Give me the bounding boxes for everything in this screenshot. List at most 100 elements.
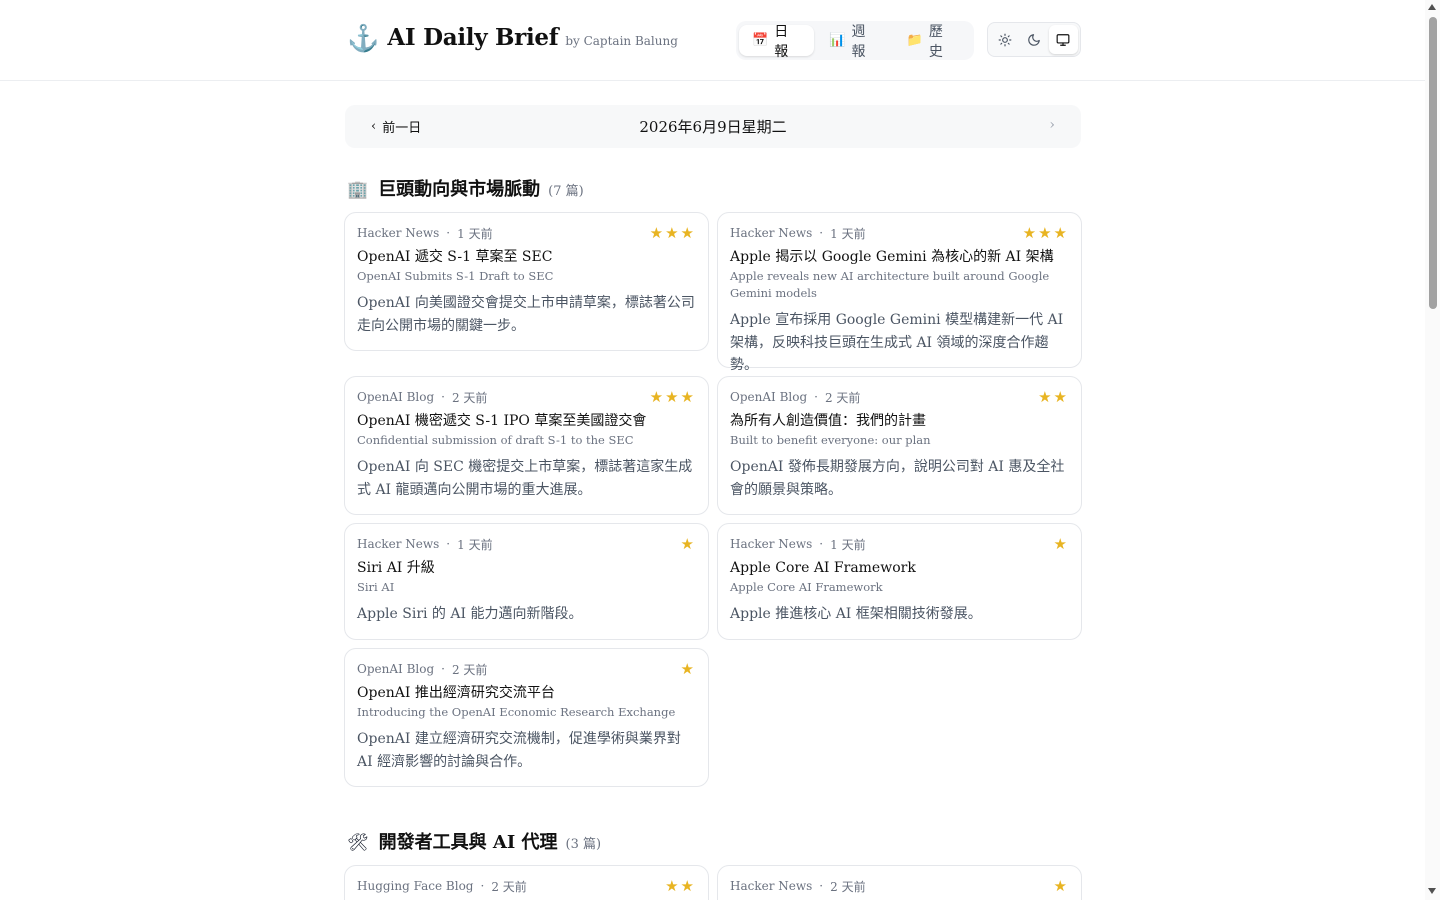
star-icon: ★	[1022, 224, 1037, 242]
star-icon: ★	[665, 224, 679, 242]
card-subtitle: Apple reveals new AI architecture built …	[730, 269, 1050, 300]
card-source: Hugging Face Blog	[357, 879, 474, 893]
card-title: OpenAI 機密遞交 S-1 IPO 草案至美國證交會	[357, 413, 647, 429]
star-icon: ★	[680, 224, 694, 242]
card-source: Hacker News	[730, 537, 813, 551]
card-description: Apple 推進核心 AI 框架相關技術發展。	[730, 606, 982, 622]
section-count: (3 篇)	[565, 837, 602, 852]
tab-daily[interactable]: 📅 日報	[739, 24, 815, 60]
star-icon: ★	[1053, 224, 1067, 242]
star-rating: ★ ★ ★	[648, 389, 694, 405]
card-subtitle: Introducing the OpenAI Economic Research…	[357, 705, 676, 719]
card-title: Siri AI 升級	[357, 560, 435, 576]
star-rating: ★ ★	[663, 878, 694, 894]
section-heading: 🛠 開發者工具與 AI 代理 (3 篇)	[347, 828, 601, 854]
card-description: Apple Siri 的 AI 能力邁向新階段。	[357, 606, 583, 622]
card-meta: Hacker News · 1 天前	[730, 226, 866, 241]
scroll-down-arrow-icon[interactable]	[1428, 888, 1436, 894]
star-icon: ★	[680, 660, 694, 678]
tab-weekly-label: 週報	[851, 23, 866, 60]
section-heading: 🏢 巨頭動向與市場脈動 (7 篇)	[347, 175, 584, 201]
card-source: OpenAI Blog	[357, 662, 435, 676]
chevron-right-icon: ›	[1049, 117, 1055, 133]
card-meta: Hacker News · 1 天前	[357, 226, 493, 241]
star-icon: ★	[1053, 877, 1067, 895]
folder-icon: 📁	[906, 33, 923, 48]
next-day-button[interactable]: ›	[1049, 117, 1055, 133]
star-rating: ★ ★ ★	[1021, 225, 1067, 241]
news-card[interactable]: Hacker News · 1 天前 ★ ★ ★ Apple 揭示以 Google Ge…	[717, 212, 1082, 373]
star-icon: ★	[1038, 388, 1052, 406]
date-navigator: ‹ 前一日 2026年6月9日星期二 ›	[345, 105, 1081, 148]
star-icon: ★	[1053, 388, 1067, 406]
card-time: 1 天前	[830, 537, 866, 552]
star-rating: ★	[679, 536, 694, 552]
system-theme-button[interactable]	[1048, 25, 1078, 54]
card-title: 為所有人創造價值：我們的計畫	[730, 413, 926, 429]
section-title: 巨頭動向與市場脈動	[378, 179, 541, 200]
tab-weekly[interactable]: 📊 週報	[816, 24, 891, 60]
moon-icon	[1028, 33, 1040, 46]
card-source: Hacker News	[357, 537, 440, 551]
card-subtitle: OpenAI Submits S-1 Draft to SEC	[357, 269, 554, 283]
card-time: 2 天前	[451, 662, 488, 677]
star-rating: ★ ★ ★	[648, 225, 694, 241]
star-icon: ★	[1038, 224, 1052, 242]
card-meta: Hugging Face Blog · 2 天前	[357, 879, 527, 894]
tab-history[interactable]: 📁 歷史	[894, 24, 969, 60]
card-meta: OpenAI Blog · 2 天前	[357, 390, 488, 405]
news-card[interactable]: Hacker News · 2 天前 ★	[717, 865, 1082, 900]
view-tabs: 📅 日報 📊 週報 📁 歷史	[736, 21, 974, 60]
star-rating: ★	[679, 661, 694, 677]
card-meta: OpenAI Blog · 2 天前	[357, 662, 488, 677]
bar-chart-icon: 📊	[829, 33, 846, 48]
news-card[interactable]: OpenAI Blog · 2 天前 ★ ★ ★ OpenAI 機密遞交 S-1 IPO…	[344, 376, 709, 515]
card-time: 1 天前	[830, 226, 866, 241]
card-meta: Hacker News · 1 天前	[730, 537, 866, 552]
brand[interactable]: ⚓ AI Daily Brief by Captain Balung	[347, 22, 678, 54]
current-date: 2026年6月9日星期二	[639, 118, 787, 136]
calendar-icon: 📅	[752, 33, 769, 48]
star-rating: ★	[1052, 536, 1067, 552]
card-meta: OpenAI Blog · 2 天前	[730, 390, 861, 405]
star-icon: ★	[680, 535, 694, 553]
card-description: OpenAI 向 SEC 機密提交上市草案，標誌著這家生成式 AI 龍頭邁向公開…	[357, 459, 693, 498]
card-time: 2 天前	[451, 390, 488, 405]
card-source: Hacker News	[730, 226, 813, 240]
star-icon: ★	[665, 388, 679, 406]
star-rating: ★ ★	[1036, 389, 1067, 405]
card-time: 2 天前	[830, 879, 866, 894]
scrollbar-thumb[interactable]	[1429, 17, 1437, 309]
news-card[interactable]: Hacker News · 1 天前 ★ Siri AI 升級 Siri AI Ap…	[344, 523, 709, 640]
card-description: Apple 宣布採用 Google Gemini 模型構建新一代 AI 架構，反…	[730, 312, 1064, 373]
card-source: Hacker News	[357, 226, 440, 240]
card-title: Apple 揭示以 Google Gemini 為核心的新 AI 架構	[730, 249, 1054, 265]
star-icon: ★	[649, 388, 664, 406]
card-source: OpenAI Blog	[357, 390, 435, 404]
light-theme-button[interactable]	[990, 25, 1019, 54]
news-card[interactable]: OpenAI Blog · 2 天前 ★ OpenAI 推出經濟研究交流平台 Int…	[344, 648, 709, 787]
tab-daily-label: 日報	[774, 23, 789, 60]
card-subtitle: Confidential submission of draft S-1 to …	[357, 433, 634, 447]
scroll-up-arrow-icon[interactable]	[1428, 4, 1436, 10]
card-time: 2 天前	[491, 879, 527, 894]
app-title: AI Daily Brief	[387, 24, 559, 51]
theme-switcher	[987, 22, 1081, 57]
news-card[interactable]: Hugging Face Blog · 2 天前 ★ ★	[344, 865, 709, 900]
card-subtitle: Built to benefit everyone: our plan	[730, 433, 931, 447]
sun-icon	[998, 33, 1012, 46]
news-card[interactable]: Hacker News · 1 天前 ★ ★ ★ OpenAI 遞交 S-1 草案至 S…	[344, 212, 709, 351]
dark-theme-button[interactable]	[1019, 25, 1048, 54]
news-card[interactable]: OpenAI Blog · 2 天前 ★ ★ 為所有人創造價值：我們的計畫 Built…	[717, 376, 1082, 515]
card-source: OpenAI Blog	[730, 390, 808, 404]
building-icon: 🏢	[347, 180, 369, 200]
card-time: 2 天前	[824, 390, 861, 405]
card-title: OpenAI 遞交 S-1 草案至 SEC	[357, 249, 553, 265]
app-byline: by Captain Balung	[565, 34, 678, 48]
section-title: 開發者工具與 AI 代理	[378, 832, 558, 853]
tab-history-label: 歷史	[928, 23, 943, 60]
news-card[interactable]: Hacker News · 1 天前 ★ Apple Core AI Framewo…	[717, 523, 1082, 640]
card-subtitle: Apple Core AI Framework	[730, 580, 883, 594]
star-icon: ★	[1053, 535, 1067, 553]
top-header: ⚓ AI Daily Brief by Captain Balung 📅 日報 …	[0, 0, 1425, 81]
